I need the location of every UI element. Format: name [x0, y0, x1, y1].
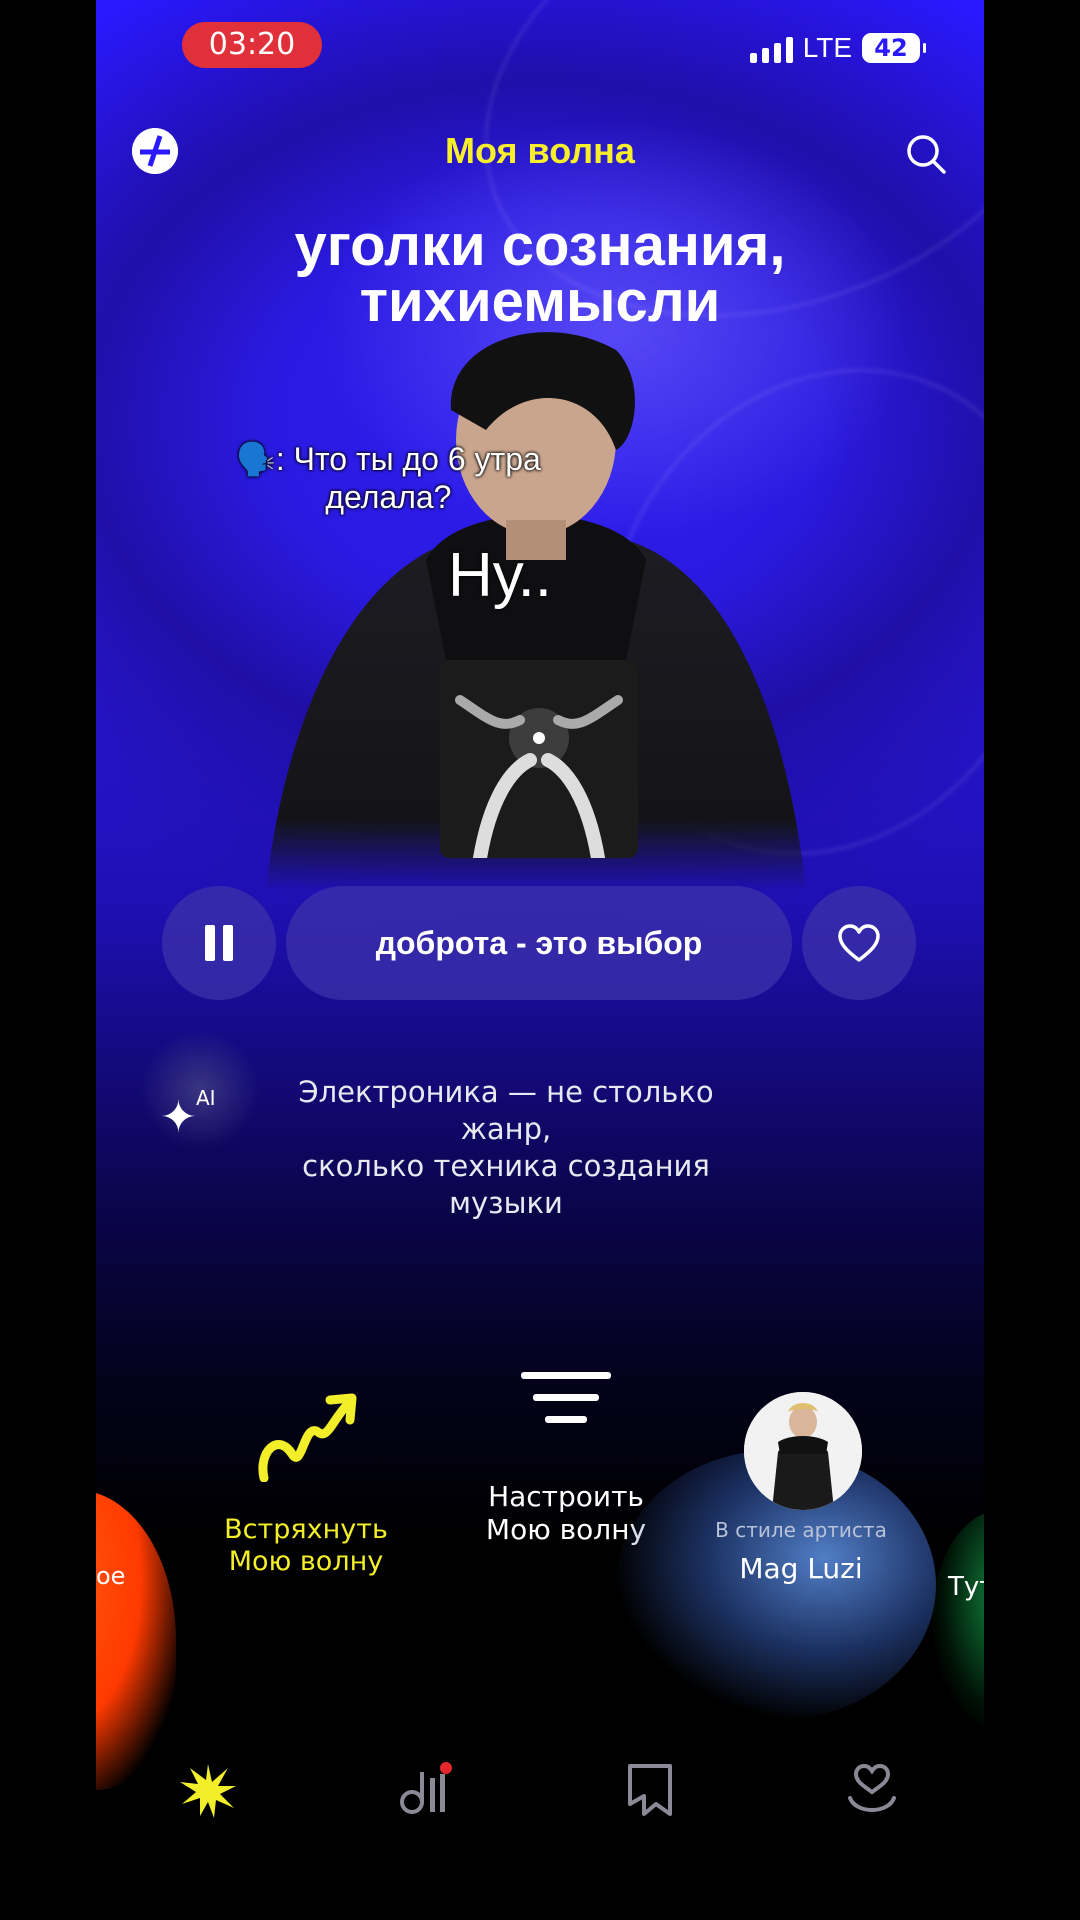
tune-wave-icon[interactable]: [521, 1368, 611, 1432]
bottom-tab-bar: [96, 1760, 984, 1870]
artist-avatar[interactable]: [744, 1392, 862, 1510]
mood-bubble-label: Тут: [948, 1572, 984, 1602]
pause-icon: [223, 925, 233, 961]
ai-insight-text: Электроника — не столько жанр, сколько т…: [276, 1074, 736, 1222]
heart-icon: [838, 924, 880, 962]
status-indicators: LTE 42: [749, 32, 926, 64]
ai-text-line: Электроника — не столько жанр,: [298, 1075, 714, 1146]
mood-bubble-orange[interactable]: [96, 1490, 176, 1790]
equalizer-icon[interactable]: [398, 1760, 458, 1820]
current-song-button[interactable]: доброта - это выбор: [286, 886, 792, 1000]
mood-bubble-green[interactable]: [932, 1510, 984, 1730]
ai-badge: AI: [196, 1086, 216, 1110]
notification-dot: [440, 1762, 452, 1774]
artist-style-label: В стиле артиста: [715, 1518, 887, 1542]
shake-label-line: Мою волну: [228, 1546, 384, 1577]
sparkle-icon: ✦: [160, 1092, 197, 1143]
track-title-line: тихиемысли: [359, 269, 721, 334]
pause-icon: [205, 925, 215, 961]
shake-wave-button[interactable]: Встряхнуть Мою волну: [196, 1514, 416, 1578]
ai-text-line: сколько техника создания музыки: [302, 1149, 710, 1220]
search-icon[interactable]: [904, 132, 948, 176]
app-screen: 03:20 LTE 42 Моя волна уголки сознания, …: [96, 0, 984, 1920]
signal-icon: [749, 33, 793, 63]
caption-line: делала?: [325, 479, 452, 515]
artist-name: Mag Luzi: [739, 1552, 863, 1585]
video-caption-answer: Ну..: [448, 541, 553, 610]
video-caption: 🗣️: Что ты до 6 утра делала?: [236, 440, 541, 516]
shake-arrow-icon[interactable]: [258, 1392, 358, 1482]
heart-user-icon[interactable]: [842, 1760, 902, 1820]
mood-bubble-label: ое: [96, 1562, 126, 1590]
status-time: 03:20: [182, 22, 322, 68]
pause-button[interactable]: [162, 886, 276, 1000]
page-title: Моя волна: [445, 130, 635, 171]
caption-line: 🗣️: Что ты до 6 утра: [236, 441, 541, 477]
burst-icon[interactable]: [178, 1760, 238, 1820]
track-title: уголки сознания, тихиемысли: [96, 213, 984, 334]
like-button[interactable]: [802, 886, 916, 1000]
track-title-line: уголки сознания,: [294, 213, 786, 278]
bookmark-icon[interactable]: [620, 1760, 680, 1820]
battery-icon: 42: [862, 33, 926, 63]
album-cover[interactable]: [440, 660, 638, 858]
shake-label-line: Встряхнуть: [224, 1514, 388, 1545]
network-label: LTE: [802, 32, 852, 63]
